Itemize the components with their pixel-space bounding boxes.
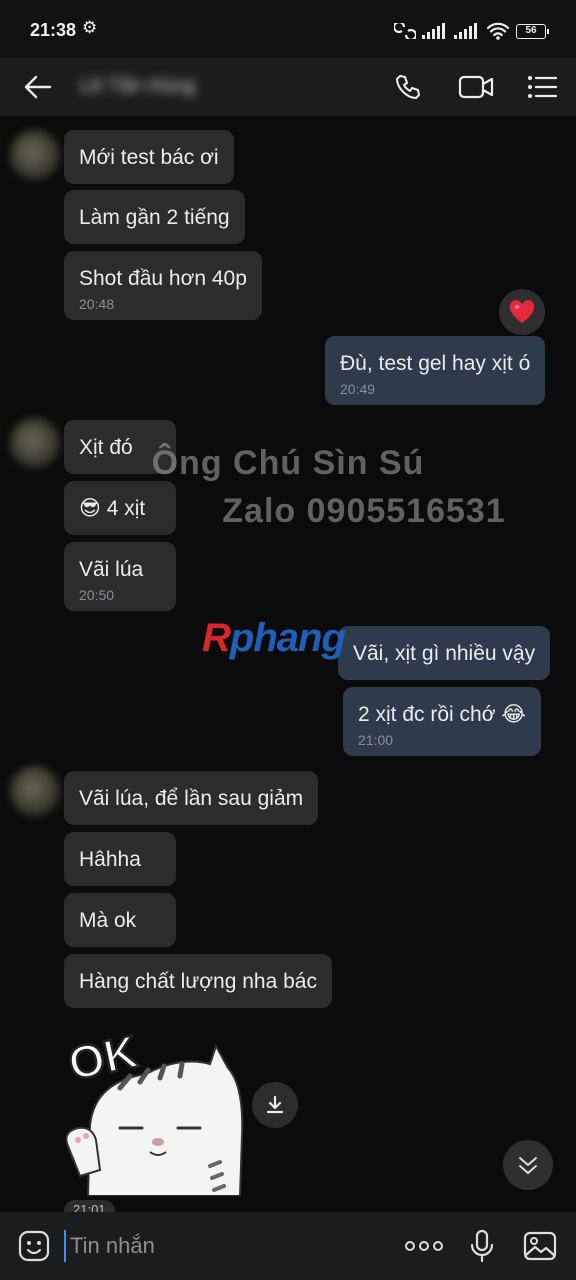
message-input-bar [0, 1212, 576, 1280]
message-bubble[interactable]: Đù, test gel hay xịt ó 20:49 [325, 336, 546, 405]
message-text: Mới test bác ơi [79, 146, 219, 169]
message-time: 21:01 [64, 1200, 115, 1212]
menu-list-icon[interactable] [522, 67, 562, 107]
phone-call-icon[interactable] [388, 67, 428, 107]
message-text: 2 xịt đc rồi chớ 😂 [358, 703, 526, 726]
message-bubble[interactable]: Vãi, xịt gì nhiều vậy [338, 626, 551, 680]
signal-icon [422, 23, 445, 39]
wifi-icon [486, 22, 510, 40]
cat-ok-sticker[interactable]: OK [60, 1016, 250, 1196]
signal-icon-2 [454, 23, 477, 39]
message-text: Shot đầu hơn 40p [79, 267, 247, 290]
video-call-icon[interactable] [456, 67, 496, 107]
message-text: Vãi, xịt gì nhiều vậy [353, 642, 536, 665]
link-icon [394, 23, 416, 39]
message-text: Mà ok [79, 909, 137, 932]
avatar[interactable] [10, 766, 60, 816]
message-text: Hàng chất lượng nha bác [79, 970, 317, 993]
message-bubble[interactable]: Làm gần 2 tiếng [64, 190, 245, 244]
microphone-icon[interactable] [462, 1226, 502, 1266]
watermark-logo: Rphang [202, 616, 346, 660]
message-time: 20:48 [79, 296, 115, 312]
download-button[interactable] [252, 1082, 298, 1128]
avatar[interactable] [10, 130, 60, 180]
message-text: Vãi lúa, để lần sau giảm [79, 787, 304, 810]
chevron-double-down-icon [519, 1157, 537, 1174]
message-time: 20:50 [79, 587, 115, 603]
status-bar: 21:38 ⚙ 56 [0, 0, 576, 58]
battery-icon: 56 [516, 23, 549, 39]
message-bubble[interactable]: Hàng chất lượng nha bác [64, 954, 332, 1008]
message-bubble[interactable]: Vãi lúa 20:50 [64, 542, 176, 611]
chat-area[interactable]: Mới test bác ơi Làm gần 2 tiếng Shot đầu… [0, 116, 576, 1212]
chat-header: Lê Tấn Hùng [0, 58, 576, 116]
sticker-emoji-icon[interactable] [14, 1226, 54, 1266]
message-time: 21:00 [358, 732, 394, 748]
message-text: Hâhha [79, 848, 141, 871]
settings-gear-icon: ⚙ [82, 18, 98, 37]
watermark-text: Ông Chú Sìn Sú [151, 444, 425, 482]
message-bubble[interactable]: Hâhha [64, 832, 176, 886]
message-bubble[interactable]: Mà ok [64, 893, 176, 947]
message-time: 20:49 [340, 381, 376, 397]
more-options-icon[interactable] [402, 1226, 446, 1266]
message-bubble[interactable]: Vãi lúa, để lần sau giảm [64, 771, 319, 825]
scroll-down-button[interactable] [503, 1140, 553, 1190]
message-text: Đù, test gel hay xịt ó [340, 352, 531, 375]
message-bubble[interactable]: Mới test bác ơi [64, 130, 234, 184]
status-icons: 56 [394, 20, 549, 42]
message-text: Làm gần 2 tiếng [79, 206, 230, 229]
message-bubble[interactable]: Shot đầu hơn 40p 20:48 [64, 251, 262, 320]
status-time: 21:38 [30, 20, 77, 40]
message-bubble[interactable]: 2 xịt đc rồi chớ 😂 21:00 [343, 687, 541, 756]
back-arrow-icon[interactable] [18, 67, 58, 107]
contact-name[interactable]: Lê Tấn Hùng [80, 75, 195, 98]
message-text: Vãi lúa [79, 558, 144, 581]
heart-reaction-icon[interactable] [499, 289, 545, 335]
watermark-text: Zalo 0905516531 [222, 492, 506, 530]
message-input[interactable] [64, 1230, 384, 1262]
image-gallery-icon[interactable] [520, 1226, 560, 1266]
download-icon [266, 1095, 284, 1114]
